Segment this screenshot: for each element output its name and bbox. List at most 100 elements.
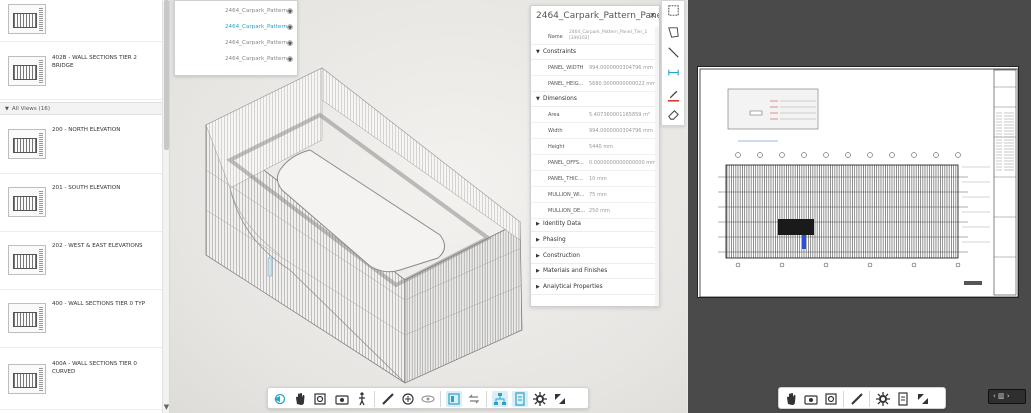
settings-gear-icon[interactable]	[875, 391, 891, 407]
fit-to-view-icon[interactable]	[823, 391, 839, 407]
caret-right-icon: ▶	[536, 268, 540, 274]
property-row: PANEL_THIC... 10 mm	[531, 171, 659, 187]
toolbar-divider	[486, 391, 487, 407]
sheet-label: 200 - NORTH ELEVATION	[52, 127, 121, 133]
section-constraints[interactable]: ▼ Constraints	[531, 45, 659, 60]
sheet-label: 400 - WALL SECTIONS TIER 0 TYP	[52, 301, 146, 307]
measure-icon[interactable]	[849, 391, 865, 407]
zoom-icon[interactable]	[803, 391, 819, 407]
properties-title: 2464_Carpark_Pattern_Panel	[536, 11, 659, 21]
caret-down-icon: ▼	[536, 49, 540, 55]
caret-right-icon: ▶	[536, 237, 540, 243]
pan-icon[interactable]	[292, 391, 308, 407]
model-viewport[interactable]: 2464_Carpark_Pattern ◉ 2464_Carpark_Patt…	[170, 0, 687, 413]
sheet-item[interactable]: 200 - NORTH ELEVATION	[0, 116, 162, 174]
sheet-thumbnail	[8, 303, 46, 333]
property-row: PANEL_OFFS... 0.0000000000000000 mm	[531, 155, 659, 171]
property-name-row: Name 2464_Carpark_Pattern_Panel_Tier_1 […	[531, 27, 659, 45]
rectangle-select-icon[interactable]	[666, 3, 681, 18]
sheet-label: 202 - WEST & EAST ELEVATIONS	[52, 243, 143, 249]
property-row: PANEL_WIDTH 994.0000000304796 mm	[531, 60, 659, 76]
dimension-icon[interactable]	[666, 65, 681, 80]
toolbar-divider	[440, 391, 441, 407]
property-row: MULLION_WI... 75 mm	[531, 187, 659, 203]
settings-gear-icon[interactable]	[532, 391, 548, 407]
properties-panel: 2464_Carpark_Pattern_Panel ✕ Name 2464_C…	[530, 5, 660, 307]
caret-right-icon: ▶	[536, 284, 540, 290]
eye-icon[interactable]: ◉	[287, 7, 293, 15]
sheets-panel: 402B - WALL SECTIONS TIER 2 BRIDGE ▼ All …	[0, 0, 170, 413]
section-identity-data[interactable]: ▶ Identity Data	[531, 217, 659, 232]
property-row: Width 994.0000000304796 mm	[531, 123, 659, 139]
sheet-item[interactable]	[0, 0, 162, 42]
toolbar-divider	[374, 391, 375, 407]
section-construction[interactable]: ▶ Construction	[531, 249, 659, 264]
all-views-header[interactable]: ▼ All Views (16)	[0, 102, 162, 115]
zoom-window-icon[interactable]	[312, 391, 328, 407]
caret-down-icon: ▼	[5, 106, 9, 112]
sheet-thumbnail	[8, 245, 46, 275]
eye-icon[interactable]: ◉	[287, 39, 293, 47]
caret-right-icon: ▶	[536, 253, 540, 259]
properties-icon[interactable]	[895, 391, 911, 407]
camera-icon[interactable]	[334, 391, 350, 407]
properties-icon[interactable]	[512, 391, 528, 407]
polygon-icon[interactable]	[666, 25, 681, 40]
property-row: Area 5.407360001165859 m²	[531, 107, 659, 123]
section-phasing[interactable]: ▶ Phasing	[531, 233, 659, 248]
sheet-item[interactable]: 402B - WALL SECTIONS TIER 2 BRIDGE	[0, 42, 162, 100]
eraser-icon[interactable]	[666, 107, 681, 122]
elevation-drawing-icon	[699, 68, 1019, 298]
sheet-viewer[interactable]: ‹ ▥ ›	[688, 0, 1031, 413]
properties-scrollbar[interactable]	[655, 27, 659, 306]
pan-icon[interactable]	[783, 391, 799, 407]
back-arrow-icon[interactable]	[466, 391, 482, 407]
caret-right-icon: ▶	[536, 221, 540, 227]
scrollbar-thumb[interactable]	[164, 0, 169, 150]
model-browser-row[interactable]: 2464_Carpark_Pattern ◉	[175, 35, 297, 51]
toolbar-divider	[843, 391, 844, 407]
fullscreen-icon[interactable]	[915, 391, 931, 407]
model-toolbar	[267, 387, 589, 409]
sheet-toolbar	[778, 387, 946, 409]
eye-icon[interactable]: ◉	[287, 55, 293, 63]
explode-icon[interactable]	[420, 391, 436, 407]
fullscreen-icon[interactable]	[552, 391, 568, 407]
model-browser-row[interactable]: 2464_Carpark_Pattern ◉	[175, 19, 297, 35]
model-browser-panel: 2464_Carpark_Pattern ◉ 2464_Carpark_Patt…	[174, 0, 298, 76]
sheet-label: 201 - SOUTH ELEVATION	[52, 185, 121, 191]
section-dimensions[interactable]: ▼ Dimensions	[531, 92, 659, 107]
sheet-thumbnail	[8, 364, 46, 394]
model-browser-row[interactable]: 2464_Carpark_Pattern ◉	[175, 51, 297, 67]
sheet-item[interactable]: 400A - WALL SECTIONS TIER 0 CURVED	[0, 348, 162, 410]
pen-icon[interactable]	[666, 87, 681, 102]
section-box-icon[interactable]	[400, 391, 416, 407]
sheet-thumbnail	[8, 56, 46, 86]
section-analytical[interactable]: ▶ Analytical Properties	[531, 280, 659, 295]
walk-person-icon[interactable]	[354, 391, 370, 407]
sheet-split-icon[interactable]	[446, 391, 462, 407]
measure-icon[interactable]	[380, 391, 396, 407]
caret-down-icon: ▼	[536, 96, 540, 102]
sheets-scrollbar[interactable]: ▼	[162, 0, 169, 413]
model-browser-row[interactable]: 2464_Carpark_Pattern ◉	[175, 3, 297, 19]
sheet-pager[interactable]: ‹ ▥ ›	[988, 389, 1026, 404]
line-icon[interactable]	[666, 45, 681, 60]
sheet-item[interactable]: 400 - WALL SECTIONS TIER 0 TYP	[0, 290, 162, 348]
property-row: PANEL_HEIG... 5680.0000000000022 mm	[531, 76, 659, 92]
sheet-thumbnail	[8, 4, 46, 34]
sheet-item[interactable]: 202 - WEST & EAST ELEVATIONS	[0, 232, 162, 290]
markup-toolbar	[661, 0, 685, 126]
drawing-sheet[interactable]	[697, 66, 1019, 298]
orbit-icon[interactable]	[272, 391, 288, 407]
section-materials[interactable]: ▶ Materials and Finishes	[531, 264, 659, 279]
viewer-app: 402B - WALL SECTIONS TIER 2 BRIDGE ▼ All …	[0, 0, 1031, 413]
sheet-thumbnail	[8, 129, 46, 159]
sheet-item[interactable]: 201 - SOUTH ELEVATION	[0, 174, 162, 232]
model-browser-icon[interactable]	[492, 391, 508, 407]
close-icon[interactable]: ✕	[649, 11, 656, 20]
eye-icon[interactable]: ◉	[287, 23, 293, 31]
property-row: Height 5440 mm	[531, 139, 659, 155]
scroll-down-icon[interactable]: ▼	[163, 403, 169, 411]
toolbar-divider	[869, 391, 870, 407]
